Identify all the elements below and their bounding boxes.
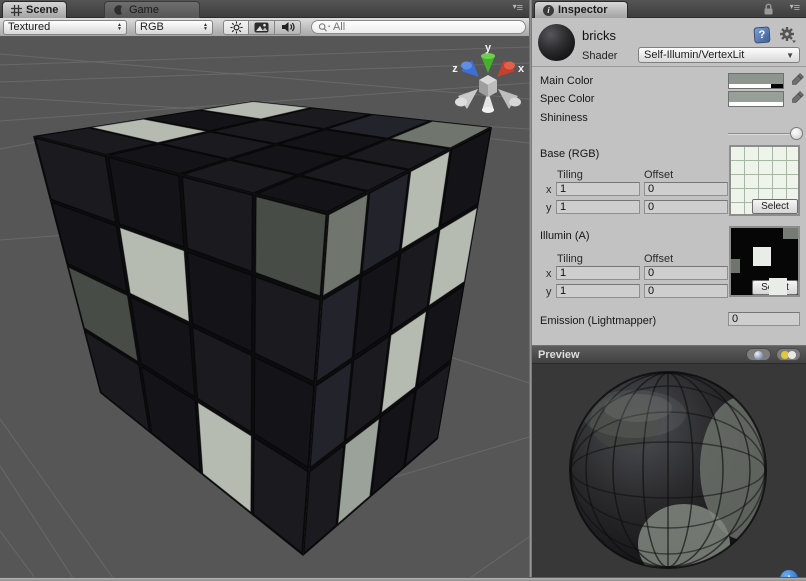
base-tiling-y-input[interactable] xyxy=(556,200,640,214)
svg-text:y: y xyxy=(485,42,492,54)
shininess-slider-thumb[interactable] xyxy=(790,127,803,140)
draw-mode-dropdown[interactable]: Textured ▲▼ xyxy=(3,20,127,35)
illumin-offset-label: Offset xyxy=(644,253,673,265)
inspector-panel: i Inspector ▾≡ bricks Shader Self-Illumi… xyxy=(532,0,806,577)
base-offset-y-input[interactable] xyxy=(644,200,728,214)
preview-shape-button[interactable] xyxy=(746,348,771,361)
tab-game-label: Game xyxy=(129,4,159,16)
shader-value: Self-Illumin/VertexLit xyxy=(644,49,744,61)
sun-icon xyxy=(230,21,243,34)
base-tiling-x-input[interactable] xyxy=(556,182,640,196)
shininess-slider-track[interactable] xyxy=(728,133,800,135)
popup-arrows-icon: ▲▼ xyxy=(117,23,122,31)
spec-color-swatch[interactable] xyxy=(728,91,784,107)
main-color-swatch[interactable] xyxy=(728,73,784,89)
spec-color-alpha-bar xyxy=(729,102,783,106)
base-offset-x-input[interactable] xyxy=(644,182,728,196)
material-preview-thumb xyxy=(538,24,575,61)
material-name: bricks xyxy=(582,28,616,43)
draw-mode-label: Textured xyxy=(8,21,111,33)
base-select-button[interactable]: Select xyxy=(752,199,798,214)
base-texture-thumbnail[interactable]: Select xyxy=(729,145,800,216)
base-x-label: x xyxy=(546,184,552,196)
base-section-label: Base (RGB) xyxy=(540,148,599,160)
preview-lighting-button[interactable] xyxy=(776,348,801,361)
scene-panel-menu-icon[interactable]: ▾≡ xyxy=(513,2,523,14)
preview-title: Preview xyxy=(532,349,746,361)
main-color-alpha-bar xyxy=(729,84,783,88)
inspector-panel-menu-icon[interactable]: ▾≡ xyxy=(790,2,800,14)
scene-toolbar: Textured ▲▼ RGB ▲▼ xyxy=(0,18,529,37)
audio-toggle-button[interactable] xyxy=(275,20,301,35)
tab-inspector-label: Inspector xyxy=(558,4,608,16)
window-bottom-edge xyxy=(0,577,806,581)
unity-editor-window: Scene Game ▾≡ Textured ▲▼ RGB ▲▼ xyxy=(0,0,806,581)
tab-scene[interactable]: Scene xyxy=(2,1,67,18)
scene-panel: Scene Game ▾≡ Textured ▲▼ RGB ▲▼ xyxy=(0,0,529,577)
gear-icon[interactable] xyxy=(779,26,797,44)
tab-scene-label: Scene xyxy=(26,4,58,16)
preview-sphere xyxy=(532,364,806,581)
preview-area[interactable]: + xyxy=(532,364,806,581)
search-icon xyxy=(318,22,331,33)
lock-icon[interactable] xyxy=(763,3,774,15)
main-color-label: Main Color xyxy=(540,75,593,87)
inspector-tabbar: i Inspector ▾≡ xyxy=(532,0,806,18)
tab-inspector[interactable]: i Inspector xyxy=(534,1,628,18)
search-field[interactable] xyxy=(311,20,526,34)
color-mode-label: RGB xyxy=(140,21,197,33)
image-icon xyxy=(254,22,269,33)
emission-input[interactable] xyxy=(728,312,800,326)
shader-label: Shader xyxy=(582,50,617,62)
sphere-icon xyxy=(754,351,763,360)
inspector-body: bricks Shader Self-Illumin/VertexLit ▼ ? xyxy=(532,18,806,577)
scene-viewport[interactable]: y x z xyxy=(0,37,529,577)
illumin-offset-y-input[interactable] xyxy=(644,284,728,298)
emission-label: Emission (Lightmapper) xyxy=(540,315,656,327)
svg-text:z: z xyxy=(452,63,458,75)
chevron-down-icon: ▼ xyxy=(786,51,794,60)
base-offset-label: Offset xyxy=(644,169,673,181)
view-toggle-group xyxy=(223,20,301,35)
illumin-section-label: Illumin (A) xyxy=(540,230,590,242)
illumin-texture-square xyxy=(783,228,798,239)
illumin-tiling-label: Tiling xyxy=(557,253,583,265)
eyedropper-icon[interactable] xyxy=(790,73,804,87)
popup-arrows-icon: ▲▼ xyxy=(203,23,208,31)
light-off-icon xyxy=(788,351,796,359)
game-overlay-toggle-button[interactable] xyxy=(249,20,275,35)
illumin-offset-x-input[interactable] xyxy=(644,266,728,280)
speaker-icon xyxy=(281,21,295,33)
illumin-texture-square xyxy=(769,278,787,296)
spec-color-label: Spec Color xyxy=(540,93,594,105)
svg-text:x: x xyxy=(518,63,525,75)
tab-game[interactable]: Game xyxy=(104,1,200,18)
grid-icon xyxy=(11,5,22,16)
help-icon[interactable]: ? xyxy=(753,26,770,43)
illumin-x-label: x xyxy=(546,268,552,280)
illumin-tiling-y-input[interactable] xyxy=(556,284,640,298)
base-tiling-label: Tiling xyxy=(557,169,583,181)
lighting-toggle-button[interactable] xyxy=(223,20,249,35)
info-icon: i xyxy=(543,5,554,16)
illumin-texture-square xyxy=(731,259,740,272)
illumin-texture-thumbnail[interactable]: Select xyxy=(729,226,800,297)
unity-game-icon xyxy=(113,4,125,16)
shader-dropdown[interactable]: Self-Illumin/VertexLit ▼ xyxy=(638,47,800,63)
color-mode-dropdown[interactable]: RGB ▲▼ xyxy=(135,20,213,35)
illumin-texture-square xyxy=(753,247,771,265)
search-input[interactable] xyxy=(333,21,519,33)
illumin-y-label: y xyxy=(546,286,552,298)
eyedropper-icon[interactable] xyxy=(790,91,804,105)
preview-header[interactable]: Preview xyxy=(532,345,806,364)
shininess-label: Shininess xyxy=(540,112,588,124)
scene-tabbar: Scene Game ▾≡ xyxy=(0,0,529,18)
base-y-label: y xyxy=(546,202,552,214)
separator xyxy=(532,66,806,67)
illumin-tiling-x-input[interactable] xyxy=(556,266,640,280)
